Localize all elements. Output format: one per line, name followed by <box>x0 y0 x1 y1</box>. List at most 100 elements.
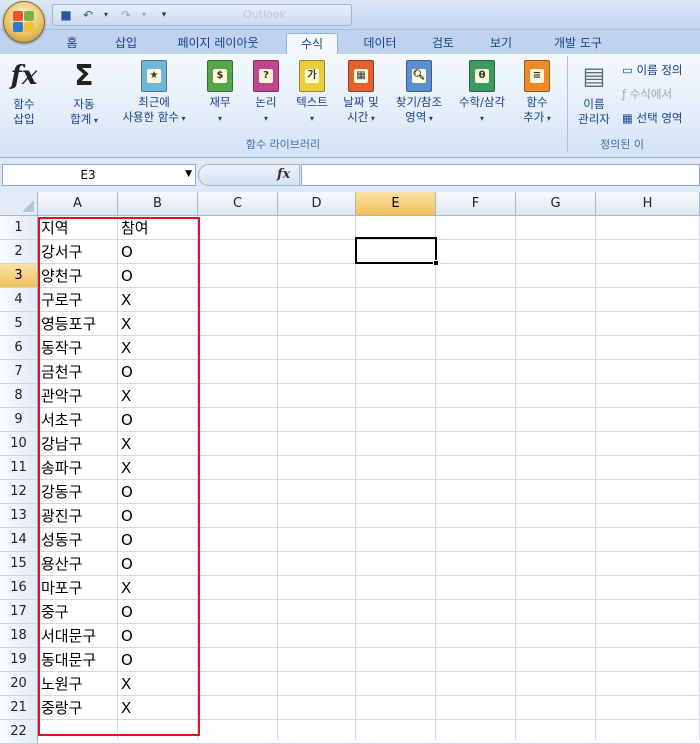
tab-developer[interactable]: 개발 도구 <box>538 33 618 54</box>
fx-icon: fx <box>10 61 38 91</box>
undo-icon[interactable]: ↶ <box>79 7 97 23</box>
name-manager-button[interactable]: ▤ 이름 관리자 <box>572 58 616 127</box>
row-header[interactable]: 13 <box>0 504 38 528</box>
row-header[interactable]: 19 <box>0 648 38 672</box>
chevron-down-icon: ▾ <box>309 114 314 123</box>
fill-handle[interactable] <box>433 260 439 266</box>
text-book-icon: 가 <box>299 60 325 92</box>
row-header[interactable]: 16 <box>0 576 38 600</box>
chevron-down-icon: ▾ <box>426 114 433 123</box>
worksheet-grid[interactable]: ABCDEFGH 1 지역 참여 2 강서구 O 3 양천구 O 4 구로구 X 5 영등포구 X 6 동작구 X… <box>0 192 700 744</box>
row-header[interactable]: 14 <box>0 528 38 552</box>
sigma-icon: Σ <box>74 59 94 92</box>
tab-review[interactable]: 검토 <box>418 33 468 54</box>
recent-functions-button[interactable]: ★ 최근에 사용한 함수 ▾ <box>112 58 196 126</box>
name-manager-label: 이름 관리자 <box>578 97 610 126</box>
logical-label: 논리 <box>255 95 277 109</box>
tab-formulas[interactable]: 수식 <box>286 33 338 54</box>
tab-view[interactable]: 보기 <box>476 33 526 54</box>
row-header[interactable]: 18 <box>0 624 38 648</box>
tab-data[interactable]: 데이터 <box>350 33 410 54</box>
window-title: Outlook <box>243 8 286 21</box>
select-all-button[interactable] <box>0 192 38 216</box>
office-button[interactable] <box>3 1 45 43</box>
gridline-vertical <box>355 216 356 740</box>
row-header[interactable]: 6 <box>0 336 38 360</box>
row-header[interactable]: 3 <box>0 264 38 288</box>
column-header-f[interactable]: F <box>436 192 516 216</box>
recent-functions-label: 최근에 사용한 함수 <box>122 95 179 124</box>
name-box[interactable]: E3 ▼ <box>2 164 196 186</box>
column-header-g[interactable]: G <box>516 192 596 216</box>
save-icon[interactable]: ■ <box>57 7 75 23</box>
column-header-e[interactable]: E <box>356 192 436 216</box>
fx-small-icon: ƒ <box>622 87 630 101</box>
row-header[interactable]: 22 <box>0 720 38 744</box>
books-icon: ≡ <box>524 60 550 92</box>
row-header[interactable]: 8 <box>0 384 38 408</box>
date-time-button[interactable]: ▦ 날짜 및 시간 ▾ <box>336 58 386 126</box>
title-bar: ■ ↶ ▾ ↷ ▾ ▾ Outlook <box>0 0 700 30</box>
row-header[interactable]: 11 <box>0 456 38 480</box>
insert-function-button[interactable]: fx 함수 삽입 <box>4 58 44 127</box>
row-header[interactable]: 15 <box>0 552 38 576</box>
column-header-a[interactable]: A <box>38 192 118 216</box>
text-button[interactable]: 가 텍스트 ▾ <box>290 58 334 126</box>
chevron-down-icon: ▾ <box>179 114 186 123</box>
lookup-reference-label: 찾기/참조 영역 <box>395 95 443 124</box>
financial-label: 재무 <box>209 95 231 109</box>
tab-page-layout[interactable]: 페이지 레이아웃 <box>162 33 274 54</box>
row-header[interactable]: 21 <box>0 696 38 720</box>
define-name-button[interactable]: ▭ 이름 정의 <box>622 62 683 78</box>
column-header-d[interactable]: D <box>278 192 356 216</box>
autosum-button[interactable]: Σ 자동 합계 ▾ <box>58 58 110 128</box>
gridline-vertical <box>515 216 516 740</box>
ribbon-tabs: 홈 삽입 페이지 레이아웃 수식 데이터 검토 보기 개발 도구 <box>0 30 700 54</box>
row-header[interactable]: 4 <box>0 288 38 312</box>
row-header[interactable]: 10 <box>0 432 38 456</box>
calendar-book-icon: ▦ <box>348 60 374 92</box>
insert-function-icon[interactable]: fx <box>277 167 290 182</box>
tag-icon: ▭ <box>622 63 637 77</box>
create-from-selection-label: 선택 영역 <box>636 111 683 125</box>
row-header[interactable]: 2 <box>0 240 38 264</box>
customize-qat-icon[interactable]: ▾ <box>155 7 173 23</box>
row-header[interactable]: 5 <box>0 312 38 336</box>
logical-book-icon: ? <box>253 60 279 92</box>
column-header-b[interactable]: B <box>118 192 198 216</box>
defined-names-group-label: 정의된 이 <box>600 138 644 151</box>
magnifier-book-icon: 🔍︎ <box>406 60 432 92</box>
name-box-value: E3 <box>80 168 96 182</box>
formula-input[interactable] <box>301 164 700 186</box>
grid-icon: ▦ <box>622 111 637 125</box>
more-functions-button[interactable]: ≡ 함수 추가 ▾ <box>514 58 560 126</box>
define-name-label: 이름 정의 <box>636 63 683 77</box>
highlight-box <box>38 217 200 736</box>
lookup-reference-button[interactable]: 🔍︎ 찾기/참조 영역 ▾ <box>388 58 450 126</box>
create-from-selection-button[interactable]: ▦ 선택 영역 <box>622 110 683 126</box>
redo-icon[interactable]: ↷ <box>117 7 135 23</box>
tab-insert[interactable]: 삽입 <box>102 33 150 54</box>
math-trig-label: 수학/삼각 <box>458 95 506 109</box>
redo-dropdown-icon[interactable]: ▾ <box>135 7 153 23</box>
undo-dropdown-icon[interactable]: ▾ <box>97 7 115 23</box>
logical-button[interactable]: ? 논리 ▾ <box>246 58 286 126</box>
tab-home[interactable]: 홈 <box>52 33 92 54</box>
finance-book-icon: $ <box>207 60 233 92</box>
chevron-down-icon[interactable]: ▼ <box>185 169 192 179</box>
row-header[interactable]: 9 <box>0 408 38 432</box>
math-trig-button[interactable]: θ 수학/삼각 ▾ <box>452 58 512 126</box>
row-header[interactable]: 12 <box>0 480 38 504</box>
row-header[interactable]: 17 <box>0 600 38 624</box>
row-header[interactable]: 7 <box>0 360 38 384</box>
column-header-h[interactable]: H <box>596 192 700 216</box>
financial-button[interactable]: $ 재무 ▾ <box>200 58 240 126</box>
use-in-formula-button[interactable]: ƒ 수식에서 <box>622 86 672 102</box>
column-header-c[interactable]: C <box>198 192 278 216</box>
star-book-icon: ★ <box>141 60 167 92</box>
row-header[interactable]: 20 <box>0 672 38 696</box>
row-header[interactable]: 1 <box>0 216 38 240</box>
active-cell[interactable] <box>355 237 439 266</box>
gridline-vertical <box>435 216 436 740</box>
gridline-vertical <box>595 216 596 740</box>
